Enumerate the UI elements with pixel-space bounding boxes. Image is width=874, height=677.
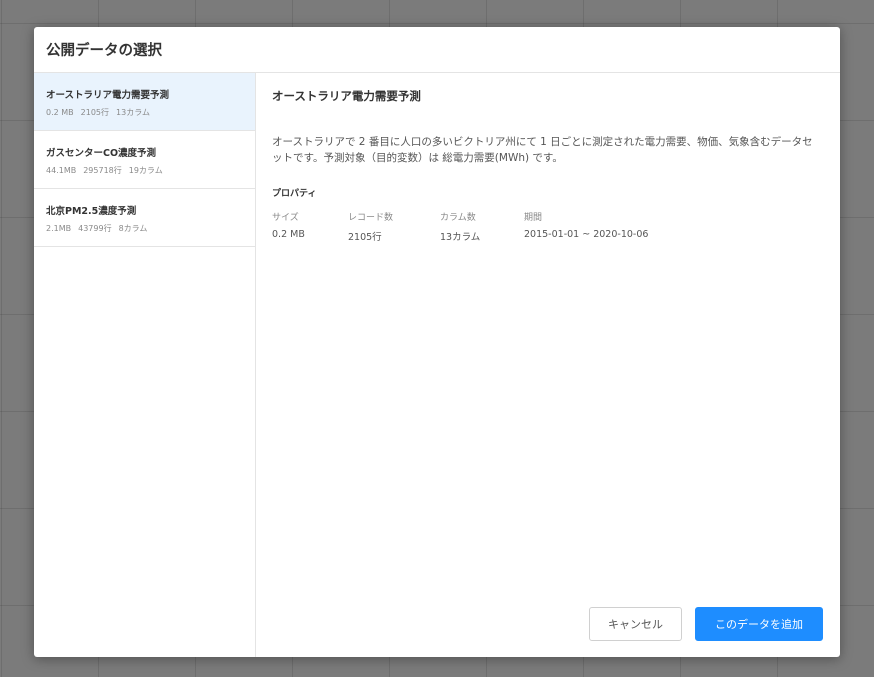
property-value: 2105行 [348, 232, 382, 243]
add-data-button[interactable]: このデータを追加 [695, 607, 823, 641]
detail-description: オーストラリアで 2 番目に人口の多いビクトリア州にて 1 日ごとに測定された電… [272, 136, 813, 164]
dataset-item-rows: 295718行 [83, 166, 122, 175]
dataset-item-australia-electricity[interactable]: オーストラリア電力需要予測 0.2 MB 2105行 13カラム [34, 73, 255, 131]
dataset-item-rows: 2105行 [80, 108, 110, 117]
property-size: サイズ 0.2 MB [272, 210, 305, 240]
property-label: レコード数 [348, 213, 394, 223]
dataset-item-columns: 13カラム [116, 108, 150, 117]
dataset-item-size: 0.2 MB [46, 108, 74, 117]
property-value: 2015-01-01 ~ 2020-10-06 [524, 229, 649, 240]
cancel-button[interactable]: キャンセル [589, 607, 682, 641]
dataset-item-meta: 44.1MB 295718行 19カラム [46, 165, 170, 176]
property-value: 13カラム [440, 232, 481, 243]
property-label: 期間 [524, 213, 543, 223]
dataset-list: オーストラリア電力需要予測 0.2 MB 2105行 13カラム ガスセンターCO濃… [34, 73, 256, 657]
property-record-count: レコード数 2105行 [348, 210, 393, 243]
dataset-item-title: 北京PM2.5濃度予測 [46, 206, 137, 217]
dataset-item-rows: 43799行 [78, 224, 112, 233]
dataset-item-columns: 19カラム [128, 166, 163, 175]
property-column-count: カラム数 13カラム [440, 210, 480, 243]
dataset-item-size: 44.1MB [46, 166, 77, 175]
dataset-item-title: ガスセンターCO濃度予測 [46, 148, 157, 159]
properties-heading: プロパティ [272, 189, 317, 199]
dataset-item-gas-sensor-co[interactable]: ガスセンターCO濃度予測 44.1MB 295718行 19カラム [34, 131, 255, 189]
dataset-item-meta: 0.2 MB 2105行 13カラム [46, 107, 157, 118]
dialog-title: 公開データの選択 [46, 43, 162, 59]
property-period: 期間 2015-01-01 ~ 2020-10-06 [524, 210, 648, 240]
dataset-detail-panel: オーストラリア電力需要予測 オーストラリアで 2 番目に人口の多いビクトリア州に… [256, 73, 840, 657]
dataset-item-title: オーストラリア電力需要予測 [46, 90, 170, 101]
property-label: カラム数 [440, 213, 476, 223]
property-label: サイズ [272, 213, 299, 223]
dataset-item-columns: 8カラム [118, 224, 148, 233]
dataset-item-size: 2.1MB [46, 224, 72, 233]
dataset-item-meta: 2.1MB 43799行 8カラム [46, 223, 154, 234]
dataset-select-dialog: 公開データの選択 オーストラリア電力需要予測 0.2 MB 2105行 13カラム … [34, 27, 840, 657]
detail-title: オーストラリア電力需要予測 [272, 89, 421, 103]
dataset-item-beijing-pm25[interactable]: 北京PM2.5濃度予測 2.1MB 43799行 8カラム [34, 189, 255, 247]
property-value: 0.2 MB [272, 229, 305, 240]
dialog-header: 公開データの選択 [34, 27, 840, 73]
